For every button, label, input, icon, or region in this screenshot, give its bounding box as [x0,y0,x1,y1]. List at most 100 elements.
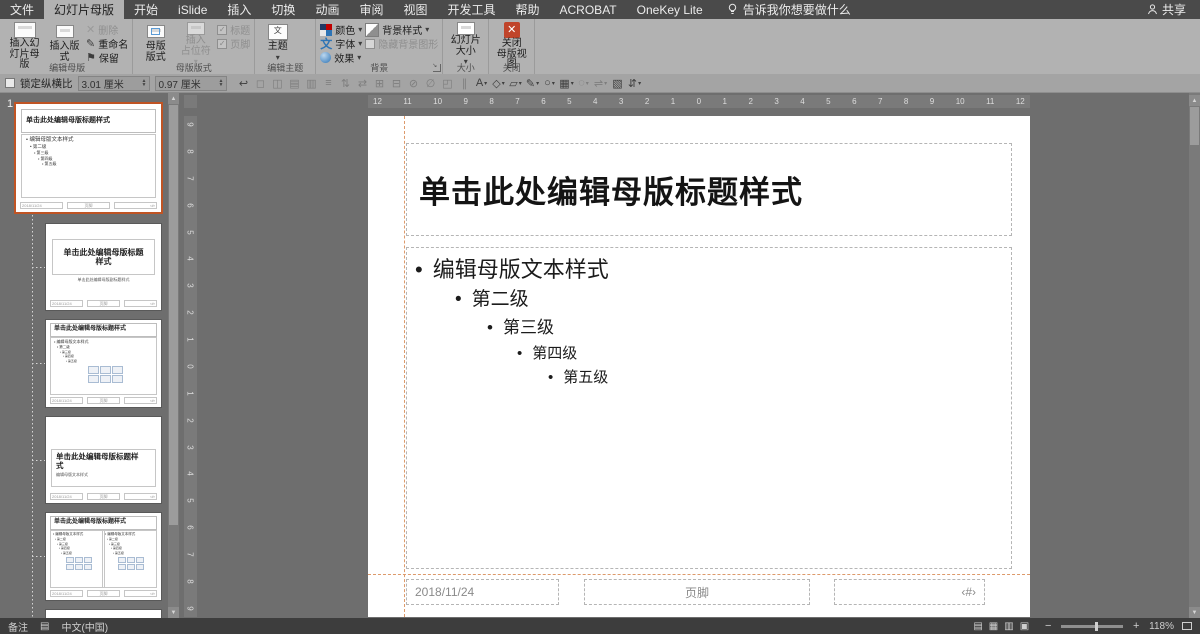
tab-islide[interactable]: iSlide [168,0,217,19]
tab-insert[interactable]: 插入 [217,0,261,19]
colors-button[interactable]: 颜色 [320,23,362,36]
fonts-button[interactable]: 文 字体 [320,37,362,50]
scrollbar-thumb[interactable] [1190,107,1199,145]
stepper-arrows-icon[interactable]: ▲▼ [217,79,226,87]
toolbar-icon[interactable]: ⊟ [389,77,405,90]
shape-width-stepper[interactable]: 3.01 厘米 ▲▼ [78,76,150,91]
tell-me-box[interactable]: 告诉我你想要做什么 [727,0,851,19]
toolbar-icon[interactable]: ◌▾ [576,77,592,89]
tab-transitions[interactable]: 切换 [261,0,305,19]
shape-height-stepper[interactable]: 0.97 厘米 ▲▼ [155,76,227,91]
normal-view-icon[interactable]: ▤ [973,621,982,632]
proofing-icon[interactable]: ▤ [40,621,49,632]
lock-aspect-checkbox[interactable] [5,78,15,88]
toolbar-icon[interactable]: ⇅ [338,77,354,90]
slide-sorter-icon[interactable]: ▦ [989,621,998,632]
notes-button[interactable]: 备注 [8,619,28,634]
toolbar-icon[interactable]: ⇌▾ [593,77,609,90]
toolbar-icon[interactable]: ▱▾ [508,77,524,90]
toolbar-icon[interactable]: ✎▾ [525,77,541,90]
toolbar-icon[interactable]: ◫ [270,77,286,90]
zoom-percent[interactable]: 118% [1149,621,1174,632]
slide-number-placeholder[interactable]: ‹#› [834,579,985,605]
tab-animations[interactable]: 动画 [305,0,349,19]
slide-canvas[interactable]: 单击此处编辑母版标题样式 编辑母版文本样式第二级第三级第四级第五级 2018/1… [368,116,1030,617]
bullet-line[interactable]: 第二级 [407,285,1011,314]
scroll-up-icon[interactable]: ▲ [168,93,179,104]
zoom-slider-handle[interactable] [1095,622,1098,631]
close-master-view-button[interactable]: 关闭 母版视图 [493,21,530,63]
toolbar-icon[interactable]: ⊘ [406,77,422,90]
toolbar-icon[interactable]: ⊞ [372,77,388,90]
scrollbar-thumb[interactable] [169,105,178,525]
tab-help[interactable]: 帮助 [506,0,550,19]
canvas-scrollbar[interactable]: ▲ ▼ [1189,93,1200,618]
insert-placeholder-button[interactable]: 插入 占位符 [177,21,214,63]
insert-slide-master-button[interactable]: 插入幻 灯片母版 [6,21,43,63]
thumbnail-title[interactable]: 单击此处编辑母版标题样式单击此处编辑母版副标题样式2018/11/24页脚‹#› [46,224,161,310]
tab-onekey-lite[interactable]: OneKey Lite [627,0,713,19]
toolbar-icon[interactable]: ⇄ [355,77,371,90]
thumbnail-master[interactable]: 单击此处编辑母版标题样式• 编辑母版文本样式• 第二级• 第三级• 第四级• 第… [16,104,161,212]
toolbar-icon[interactable]: ○▾ [542,77,558,89]
bullet-line[interactable]: 第五级 [407,366,1011,389]
zoom-in-button[interactable]: + [1131,620,1141,632]
toolbar-icon[interactable]: ▧ [610,77,626,90]
toolbar-icon[interactable]: ↩ [236,77,252,90]
master-layout-button[interactable]: 母版 版式 [137,21,174,63]
footer-checkbox[interactable]: 页脚 [217,37,250,50]
toolbar-icon[interactable]: ◇▾ [491,77,507,90]
scroll-down-icon[interactable]: ▼ [168,607,179,618]
scroll-down-icon[interactable]: ▼ [1189,607,1200,618]
tab-file[interactable]: 文件 [0,0,44,19]
toolbar-icon[interactable]: ⇵▾ [627,77,643,90]
tab-developer[interactable]: 开发工具 [437,0,505,19]
scroll-up-icon[interactable]: ▲ [1189,95,1200,106]
toolbar-icon[interactable]: ∥ [457,77,473,90]
toolbar-icon[interactable]: ≡ [321,77,337,89]
tab-home[interactable]: 开始 [124,0,168,19]
themes-button[interactable]: 文 主题 [259,21,296,63]
toolbar-icon[interactable]: A▾ [474,77,490,89]
insert-layout-button[interactable]: 插入版式 [46,21,83,63]
tab-review[interactable]: 审阅 [349,0,393,19]
share-button[interactable]: 共享 [1147,0,1200,19]
slide-size-button[interactable]: 幻灯片 大小 [447,21,484,63]
language-button[interactable]: 中文(中国) [61,619,108,634]
toolbar-icon[interactable]: ▤ [287,77,303,90]
tab-slide-master[interactable]: 幻灯片母版 [44,0,124,19]
toolbar-icon[interactable]: ▥ [304,77,320,90]
rename-button[interactable]: ✎ 重命名 [86,37,128,50]
background-styles-button[interactable]: 背景样式 [365,23,438,36]
toolbar-icon[interactable]: ∅ [423,77,439,90]
bullet-line[interactable]: 第四级 [407,341,1011,366]
bullet-line[interactable]: 编辑母版文本样式 [407,254,1011,285]
zoom-slider[interactable] [1061,625,1123,628]
date-placeholder[interactable]: 2018/11/24 [406,579,559,605]
thumbnail-stub[interactable] [46,610,161,618]
delete-button[interactable]: ✕ 删除 [86,23,128,36]
tab-acrobat[interactable]: ACROBAT [550,0,627,19]
horizontal-guide[interactable] [368,574,1030,575]
footer-placeholder[interactable]: 页脚 [584,579,810,605]
tab-view[interactable]: 视图 [393,0,437,19]
fit-to-window-icon[interactable] [1182,622,1192,630]
body-placeholder[interactable]: 编辑母版文本样式第二级第三级第四级第五级 [406,247,1012,569]
thumbnail-content[interactable]: 单击此处编辑母版标题样式• 编辑母版文本样式• 第二级• 第三级• 第四级• 第… [46,320,161,407]
hide-background-graphics-checkbox[interactable]: 隐藏背景图形 [365,37,438,50]
dialog-launcher-icon[interactable] [433,64,441,72]
slideshow-icon[interactable]: ▣ [1020,621,1029,632]
title-checkbox[interactable]: 标题 [217,23,250,36]
toolbar-icon[interactable]: ◻ [253,77,269,90]
thumbnail-section[interactable]: 单击此处编辑母版标题样式编辑母版文本样式2018/11/24页脚‹#› [46,417,161,503]
thumbnail-two[interactable]: 单击此处编辑母版标题样式• 编辑母版文本样式• 第二级• 第三级• 第四级• 第… [46,513,161,600]
title-placeholder[interactable]: 单击此处编辑母版标题样式 [406,143,1012,236]
toolbar-icon[interactable]: ◰ [440,77,456,90]
reading-view-icon[interactable]: ▥ [1004,621,1013,632]
zoom-out-button[interactable]: − [1043,620,1053,632]
vertical-guide[interactable] [404,116,405,617]
stepper-arrows-icon[interactable]: ▲▼ [140,79,149,87]
toolbar-icon[interactable]: ▦▾ [559,77,575,90]
bullet-line[interactable]: 第三级 [407,314,1011,341]
thumbnail-scrollbar[interactable]: ▲ ▼ [168,93,179,618]
